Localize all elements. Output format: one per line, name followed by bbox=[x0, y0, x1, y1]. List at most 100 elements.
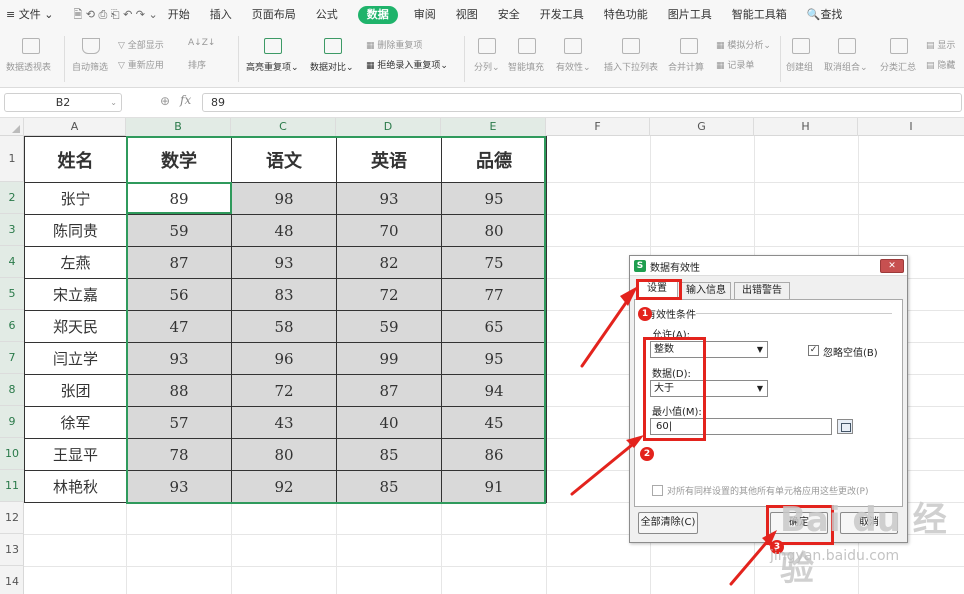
tab-error-alert[interactable]: 出错警告 bbox=[734, 282, 790, 299]
validity-button[interactable]: 有效性⌄ bbox=[556, 60, 591, 73]
tab-settings[interactable]: 设置 bbox=[636, 280, 678, 299]
tab-data[interactable]: 数据 bbox=[357, 6, 398, 24]
apply-all-checkbox[interactable] bbox=[652, 485, 663, 496]
score-cell[interactable]: 95 bbox=[441, 342, 547, 375]
reject-duplicates-button[interactable]: ▦ 拒绝录入重复项⌄ bbox=[366, 58, 448, 71]
fx-icon[interactable]: fx bbox=[180, 93, 191, 107]
tab-view[interactable]: 视图 bbox=[456, 0, 478, 30]
ok-button[interactable]: 确定 bbox=[770, 512, 828, 534]
search-button[interactable]: 🔍查找 bbox=[807, 0, 843, 30]
score-cell[interactable]: 56 bbox=[126, 278, 232, 311]
score-cell[interactable]: 48 bbox=[231, 214, 337, 247]
select-all-corner[interactable] bbox=[0, 118, 24, 136]
show-all-button[interactable]: ▽ 全部显示 bbox=[118, 38, 164, 51]
tab-smart-toolbox[interactable]: 智能工具箱 bbox=[732, 0, 787, 30]
name-cell[interactable]: 林艳秋 bbox=[24, 470, 127, 503]
score-cell[interactable]: 91 bbox=[441, 470, 547, 503]
score-cell[interactable]: 70 bbox=[336, 214, 442, 247]
score-cell[interactable]: 98 bbox=[231, 182, 337, 215]
sort-asc-icon[interactable]: A↓Z↓ bbox=[188, 38, 215, 48]
data-compare-button[interactable]: 数据对比⌄ bbox=[310, 60, 354, 73]
score-cell[interactable]: 99 bbox=[336, 342, 442, 375]
score-cell[interactable]: 85 bbox=[336, 470, 442, 503]
tab-input-message[interactable]: 输入信息 bbox=[681, 282, 731, 299]
name-cell[interactable]: 左燕 bbox=[24, 246, 127, 279]
row-header[interactable]: 3 bbox=[0, 214, 24, 246]
dialog-title-bar[interactable]: S 数据有效性 ✕ bbox=[630, 256, 907, 276]
tab-picture-tools[interactable]: 图片工具 bbox=[668, 0, 712, 30]
row-header[interactable]: 2 bbox=[0, 182, 24, 214]
score-cell[interactable]: 87 bbox=[126, 246, 232, 279]
header-cell[interactable]: 语文 bbox=[231, 136, 337, 183]
what-if-button[interactable]: ▦ 模拟分析⌄ bbox=[716, 38, 771, 51]
score-cell[interactable]: 92 bbox=[231, 470, 337, 503]
score-cell[interactable]: 58 bbox=[231, 310, 337, 343]
name-box[interactable]: B2 ⌄ bbox=[4, 93, 122, 112]
score-cell[interactable]: 80 bbox=[441, 214, 547, 247]
sort-button[interactable]: 排序 bbox=[188, 58, 206, 71]
score-cell[interactable]: 93 bbox=[231, 246, 337, 279]
score-cell[interactable]: 82 bbox=[336, 246, 442, 279]
cancel-button[interactable]: 取消 bbox=[840, 512, 898, 534]
smart-fill-button[interactable]: 智能填充 bbox=[508, 60, 544, 73]
name-cell[interactable]: 徐军 bbox=[24, 406, 127, 439]
row-header[interactable]: 9 bbox=[0, 406, 24, 438]
score-cell[interactable]: 77 bbox=[441, 278, 547, 311]
name-cell[interactable]: 宋立嘉 bbox=[24, 278, 127, 311]
active-cell[interactable]: 89 bbox=[126, 182, 232, 215]
tab-security[interactable]: 安全 bbox=[498, 0, 520, 30]
zoom-icon[interactable]: ⊕ bbox=[160, 94, 170, 108]
formula-input[interactable]: 89 bbox=[202, 93, 962, 112]
score-cell[interactable]: 59 bbox=[126, 214, 232, 247]
header-cell[interactable]: 数学 bbox=[126, 136, 232, 183]
score-cell[interactable]: 83 bbox=[231, 278, 337, 311]
score-cell[interactable]: 87 bbox=[336, 374, 442, 407]
hide-detail-button[interactable]: ▤ 隐藏 bbox=[926, 58, 955, 71]
row-header[interactable]: 10 bbox=[0, 438, 24, 470]
name-cell[interactable]: 闫立学 bbox=[24, 342, 127, 375]
row-header[interactable]: 14 bbox=[0, 566, 24, 594]
column-header[interactable]: A bbox=[24, 118, 126, 136]
row-header[interactable]: 8 bbox=[0, 374, 24, 406]
column-header[interactable]: D bbox=[336, 118, 441, 136]
header-cell[interactable]: 英语 bbox=[336, 136, 442, 183]
column-header[interactable]: B bbox=[126, 118, 231, 136]
score-cell[interactable]: 45 bbox=[441, 406, 547, 439]
row-header[interactable]: 12 bbox=[0, 502, 24, 534]
column-header[interactable]: I bbox=[858, 118, 964, 136]
score-cell[interactable]: 72 bbox=[336, 278, 442, 311]
create-group-button[interactable]: 创建组 bbox=[786, 60, 813, 73]
score-cell[interactable]: 59 bbox=[336, 310, 442, 343]
score-cell[interactable]: 43 bbox=[231, 406, 337, 439]
score-cell[interactable]: 72 bbox=[231, 374, 337, 407]
score-cell[interactable]: 93 bbox=[126, 470, 232, 503]
score-cell[interactable]: 40 bbox=[336, 406, 442, 439]
score-cell[interactable]: 47 bbox=[126, 310, 232, 343]
range-select-icon[interactable] bbox=[837, 419, 853, 434]
clear-all-button[interactable]: 全部清除(C) bbox=[638, 512, 698, 534]
score-cell[interactable]: 78 bbox=[126, 438, 232, 471]
score-cell[interactable]: 65 bbox=[441, 310, 547, 343]
close-icon[interactable]: ✕ bbox=[880, 259, 904, 273]
quick-access-toolbar[interactable]: 🗎 ⟲ ⎙ ⎗ ↶ ↷ ⌄ bbox=[73, 6, 157, 25]
name-cell[interactable]: 张团 bbox=[24, 374, 127, 407]
score-cell[interactable]: 57 bbox=[126, 406, 232, 439]
name-cell[interactable]: 张宁 bbox=[24, 182, 127, 215]
data-operator-select[interactable]: 大于 ▼ bbox=[650, 380, 768, 397]
row-header[interactable]: 11 bbox=[0, 470, 24, 502]
consolidate-button[interactable]: 合并计算 bbox=[668, 60, 704, 73]
row-header[interactable]: 4 bbox=[0, 246, 24, 278]
highlight-duplicates-button[interactable]: 高亮重复项⌄ bbox=[246, 60, 299, 73]
tab-formulas[interactable]: 公式 bbox=[316, 0, 338, 30]
score-cell[interactable]: 88 bbox=[126, 374, 232, 407]
column-header[interactable]: C bbox=[231, 118, 336, 136]
tab-home[interactable]: 开始 bbox=[168, 0, 190, 30]
reapply-button[interactable]: ▽ 重新应用 bbox=[118, 58, 164, 71]
name-cell[interactable]: 陈同贵 bbox=[24, 214, 127, 247]
min-value-input[interactable]: 60| bbox=[650, 418, 832, 435]
autofilter-button[interactable]: 自动筛选 bbox=[72, 60, 108, 73]
insert-dropdown-button[interactable]: 插入下拉列表 bbox=[604, 60, 658, 73]
score-cell[interactable]: 80 bbox=[231, 438, 337, 471]
score-cell[interactable]: 96 bbox=[231, 342, 337, 375]
column-header[interactable]: E bbox=[441, 118, 546, 136]
